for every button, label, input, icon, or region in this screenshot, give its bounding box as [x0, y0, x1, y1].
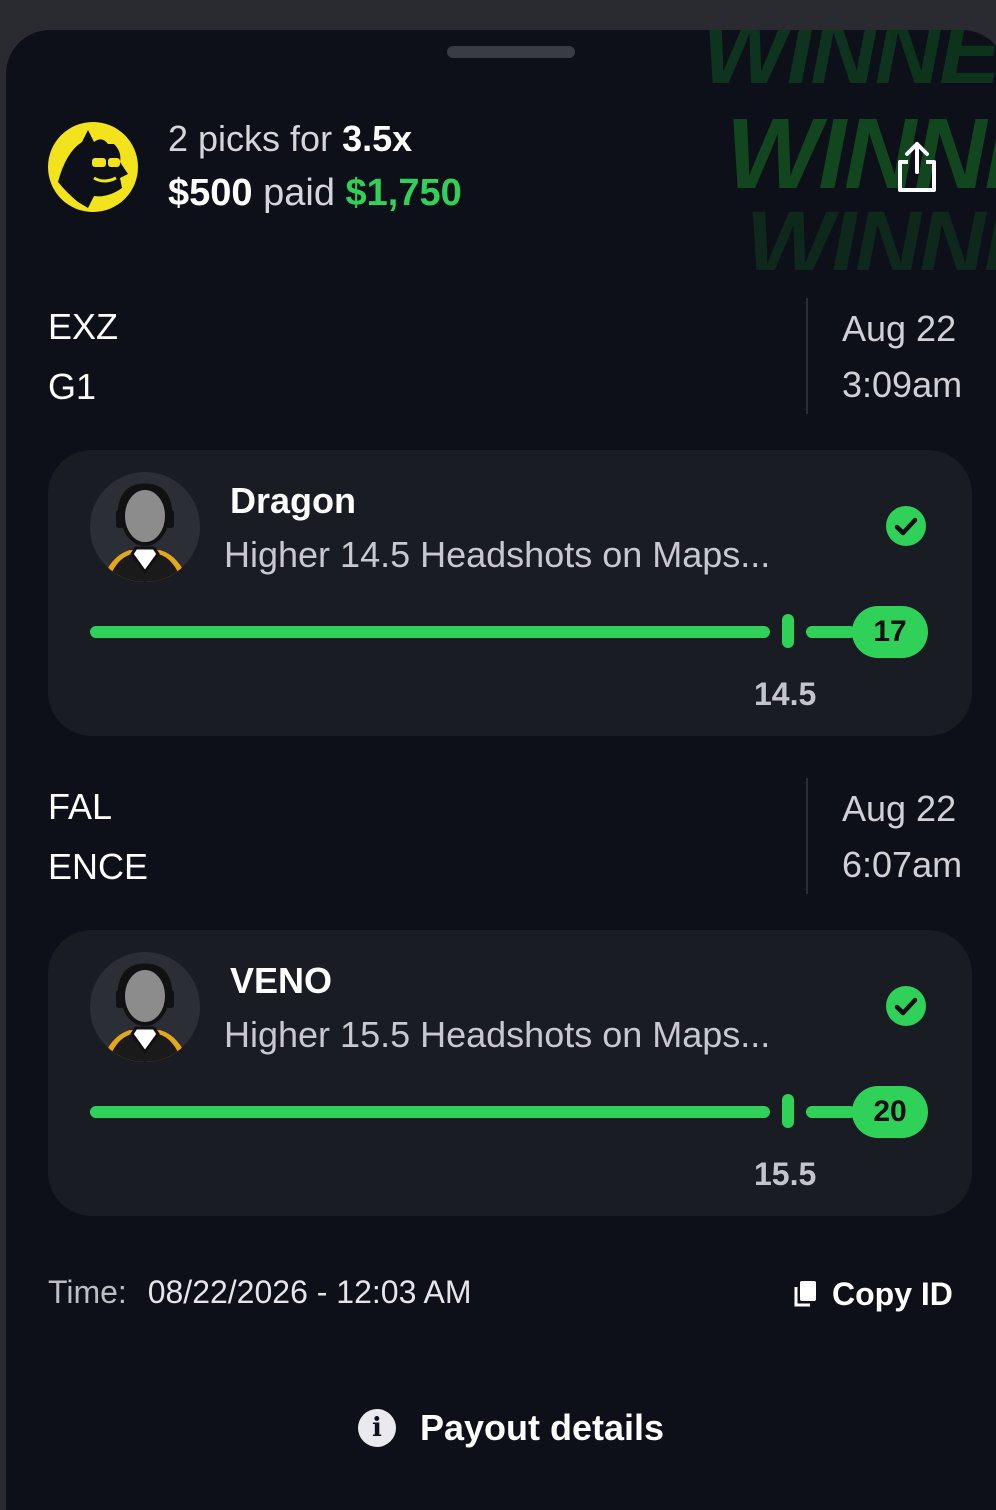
time-value: 08/22/2026 - 12:03 AM	[147, 1274, 472, 1310]
winner-text: WINNER!	[702, 30, 996, 103]
entry-time: Time: 08/22/2026 - 12:03 AM	[48, 1274, 472, 1311]
picks-prefix: 2 picks for	[168, 118, 333, 159]
divider	[806, 778, 808, 894]
copy-id-label: Copy ID	[832, 1275, 953, 1312]
share-button[interactable]	[894, 138, 940, 194]
winner-text: WINNER!	[726, 98, 996, 210]
payout-details-label: Payout details	[420, 1407, 665, 1448]
divider	[806, 298, 808, 414]
line-marker	[782, 614, 794, 648]
progress-track	[90, 1106, 770, 1118]
winner-text: WINNER!	[746, 193, 996, 270]
copy-icon	[794, 1281, 816, 1307]
paid-label: paid	[263, 172, 335, 214]
team-1: EXZ	[48, 306, 119, 347]
match-header: EXZ G1 Aug 22 3:09am	[6, 298, 996, 426]
result-value: 20	[852, 1086, 928, 1138]
player-avatar-icon	[90, 952, 200, 1062]
team-1: FAL	[48, 786, 113, 827]
player-name: Dragon	[230, 480, 356, 521]
paid-amount: $1,750	[345, 172, 462, 214]
match-time: 6:07am	[842, 844, 963, 885]
team-2: ENCE	[48, 846, 149, 887]
player-avatar-icon	[90, 472, 200, 582]
copy-id-button[interactable]: Copy ID	[792, 1274, 953, 1314]
player-name: VENO	[230, 960, 333, 1001]
pick-description: Higher 14.5 Headshots on Maps...	[224, 534, 771, 575]
entry-sheet: WINNER! WINNER! WINNER! 2 picks for 3.5x…	[6, 30, 996, 1510]
payout-details-button[interactable]: i Payout details	[358, 1404, 664, 1452]
pick-card[interactable]: Dragon Higher 14.5 Headshots on Maps... …	[48, 450, 972, 736]
share-icon	[898, 142, 936, 192]
drag-handle[interactable]	[447, 46, 575, 58]
pick-card[interactable]: VENO Higher 15.5 Headshots on Maps... 20…	[48, 930, 972, 1216]
progress-track	[90, 626, 770, 638]
winner-background: WINNER! WINNER! WINNER!	[702, 30, 996, 270]
multiplier: 3.5x	[342, 118, 413, 159]
line-marker	[782, 1094, 794, 1128]
logo-icon	[48, 122, 138, 212]
entry-amount: $500	[168, 172, 253, 214]
check-icon	[886, 506, 926, 546]
result-value: 17	[852, 606, 928, 658]
progress-track-extension	[806, 1106, 856, 1118]
check-icon	[886, 986, 926, 1026]
pick-description: Higher 15.5 Headshots on Maps...	[224, 1014, 771, 1055]
match-header: FAL ENCE Aug 22 6:07am	[6, 778, 996, 906]
match-date: Aug 22	[842, 308, 957, 349]
match-date: Aug 22	[842, 788, 957, 829]
payout-summary: $500 paid $1,750	[168, 172, 462, 215]
info-icon: i	[358, 1409, 396, 1447]
match-time: 3:09am	[842, 364, 963, 405]
time-label: Time:	[48, 1274, 127, 1310]
picks-summary: 2 picks for 3.5x	[168, 118, 412, 160]
line-value: 14.5	[754, 676, 817, 712]
progress-track-extension	[806, 626, 856, 638]
line-value: 15.5	[754, 1156, 817, 1192]
team-2: G1	[48, 366, 97, 407]
